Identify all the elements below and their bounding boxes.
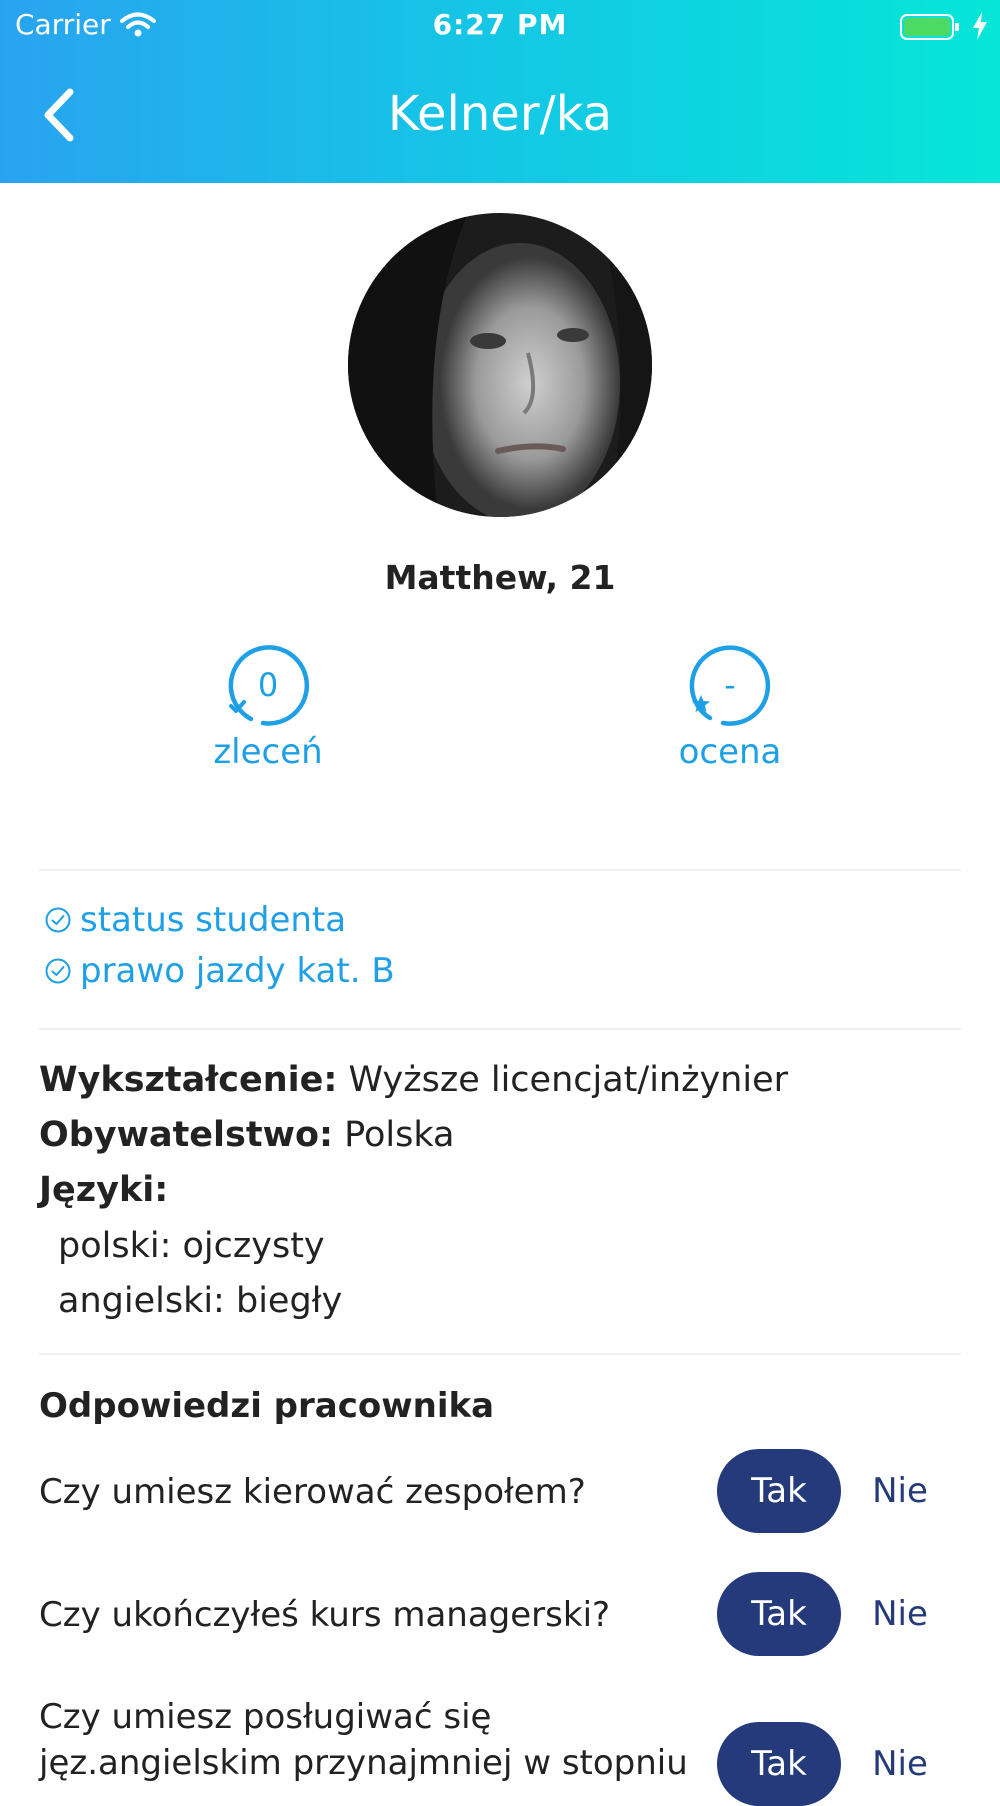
rating-value: -: [724, 666, 736, 704]
citizenship-value: Polska: [344, 1115, 455, 1155]
badge-label: prawo jazdy kat. B: [80, 951, 395, 991]
language-item: angielski: biegły: [58, 1281, 343, 1321]
rating-ring-icon: -: [689, 645, 771, 726]
yes-button[interactable]: Tak: [717, 1572, 841, 1656]
orders-ring-icon: 0: [228, 645, 310, 726]
check-circle-icon: [45, 907, 71, 933]
check-circle-icon: [45, 958, 71, 984]
rating-label: ocena: [678, 732, 782, 772]
charging-icon: [972, 12, 988, 47]
languages-heading: Języki:: [39, 1170, 169, 1210]
yes-button[interactable]: Tak: [717, 1449, 841, 1533]
divider: [39, 1353, 961, 1355]
status-bar: Carrier 6:27 PM: [0, 6, 1000, 46]
education-value: Wyższe licencjat/inżynier: [348, 1060, 789, 1100]
profile-name: Matthew, 21: [384, 558, 616, 597]
no-button[interactable]: Nie: [860, 1722, 940, 1806]
education-label: Wykształcenie:: [39, 1060, 338, 1100]
badge-label: status studenta: [80, 900, 347, 940]
question-text: Czy ukończyłeś kurs managerski?: [39, 1595, 611, 1635]
stat-rating: - ocena: [630, 640, 830, 772]
education-row: Wykształcenie: Wyższe licencjat/inżynier: [39, 1060, 788, 1100]
no-button[interactable]: Nie: [860, 1572, 940, 1656]
orders-count: 0: [258, 666, 278, 704]
page-title: Kelner/ka: [387, 86, 613, 142]
language-item: polski: ojczysty: [58, 1226, 325, 1266]
divider: [39, 1028, 961, 1030]
stat-orders: 0 zleceń: [168, 640, 368, 772]
no-button[interactable]: Nie: [860, 1449, 940, 1533]
yes-button[interactable]: Tak: [717, 1722, 841, 1806]
badge-driving-license: prawo jazdy kat. B: [44, 951, 395, 991]
question-text: Czy umiesz kierować zespołem?: [39, 1472, 586, 1512]
divider: [39, 869, 961, 871]
citizenship-label: Obywatelstwo:: [39, 1115, 333, 1155]
orders-label: zleceń: [213, 732, 323, 772]
avatar: [348, 213, 652, 517]
nav-header: Carrier 6:27 PM Kelner/ka: [0, 0, 1000, 183]
battery-icon: [900, 14, 960, 47]
question-text: Czy umiesz posługiwać się jęz.angielskim…: [39, 1697, 688, 1783]
clock: 6:27 PM: [432, 8, 568, 41]
answers-title: Odpowiedzi pracownika: [39, 1386, 495, 1426]
citizenship-row: Obywatelstwo: Polska: [39, 1115, 454, 1155]
badge-student-status: status studenta: [44, 900, 346, 940]
